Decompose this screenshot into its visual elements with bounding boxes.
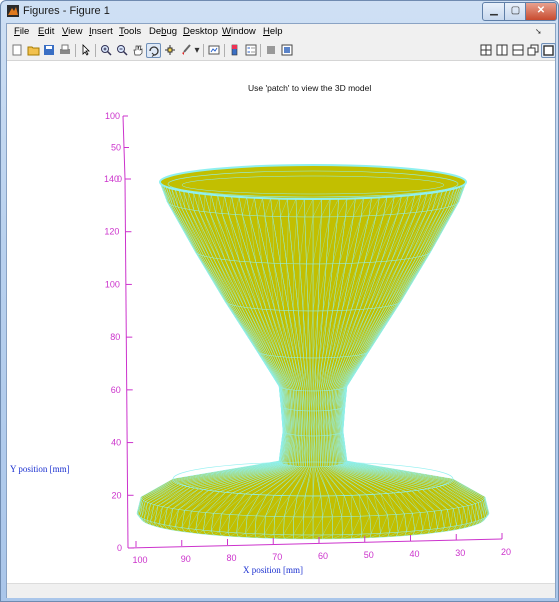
menu-debug[interactable]: Debug — [149, 26, 177, 37]
menu-help-mnemonic: H — [263, 26, 270, 37]
y-tick-label: 80 — [110, 332, 120, 342]
x-tick-label: 80 — [226, 553, 236, 563]
axes-3d[interactable]: 020406080100120140050100100 90 80 70 60 50 40 3… — [7, 61, 555, 594]
save-icon[interactable] — [42, 43, 56, 57]
bowl-opening — [167, 170, 459, 198]
menu-view-rest: iew — [68, 26, 83, 37]
float-icon[interactable] — [526, 43, 540, 57]
menu-desktop-rest: esktop — [189, 26, 218, 37]
menu-edit[interactable]: Edit — [38, 26, 54, 37]
z-tick-label: 50 — [111, 143, 121, 153]
print-icon[interactable] — [58, 43, 72, 57]
left-right-icon[interactable] — [495, 43, 509, 57]
menu-window-rest: indow — [230, 26, 256, 37]
menu-desktop[interactable]: Desktop — [183, 26, 218, 37]
menu-help[interactable]: Help — [263, 26, 283, 37]
figure-toolbar: ▾ — [7, 41, 556, 61]
legend-icon[interactable] — [244, 43, 258, 57]
zoom-in-icon[interactable] — [99, 43, 113, 57]
window-title: Figures - Figure 1 — [23, 5, 110, 17]
top-bottom-icon[interactable] — [511, 43, 525, 57]
x-tick-label: 20 — [501, 547, 511, 557]
menu-desktop-mnemonic: D — [183, 26, 190, 37]
minimize-button[interactable]: ▁ — [482, 2, 506, 21]
hide-plot-tools-icon[interactable] — [264, 43, 278, 57]
z-tick-label: 0 — [117, 174, 122, 184]
z-tick-label: 100 — [105, 111, 120, 121]
link-plot-icon[interactable] — [207, 43, 221, 57]
y-tick-label: 100 — [105, 279, 120, 289]
show-plot-tools-icon[interactable] — [280, 43, 294, 57]
x-tick-label: 70 — [272, 552, 282, 562]
menu-tools[interactable]: Tools — [119, 26, 141, 37]
y-tick-label: 60 — [111, 385, 121, 395]
menu-insert[interactable]: Insert — [89, 26, 113, 37]
new-figure-icon[interactable] — [10, 43, 24, 57]
figure-canvas[interactable]: Use 'patch' to view the 3D model 0 20 40 60… — [7, 61, 555, 594]
undock-arrow-icon[interactable]: ➘ — [535, 27, 542, 36]
open-file-icon[interactable] — [26, 43, 40, 57]
menu-bar: File Edit View Insert Tools Debug Deskto… — [7, 24, 555, 41]
goblet-patch-model — [136, 164, 490, 540]
x-tick-label: 60 — [318, 551, 328, 561]
x-axis-label: X position [mm] — [243, 565, 303, 575]
menu-insert-rest: nsert — [91, 26, 113, 37]
rotate-3d-icon[interactable] — [146, 43, 161, 58]
menu-window-mnemonic: W — [222, 26, 231, 37]
pointer-icon[interactable] — [79, 43, 93, 57]
mesh-face — [295, 198, 306, 218]
menu-debug-pre: De — [149, 26, 162, 37]
x-tick-label: 30 — [455, 548, 465, 558]
figure-window: Figures - Figure 1 ▁ ▢ ✕ File Edit View … — [0, 0, 559, 602]
client-area: File Edit View Insert Tools Debug Deskto… — [6, 23, 556, 598]
y-tick-label: 20 — [112, 490, 122, 500]
maximize-icon[interactable] — [541, 43, 556, 58]
menu-view[interactable]: View — [62, 26, 82, 37]
toolbar-separator — [203, 44, 204, 57]
menu-edit-rest: dit — [44, 26, 55, 37]
menu-debug-rest: ug — [166, 26, 178, 37]
y-axis-label: Y position [mm] — [10, 464, 70, 474]
x-tick-label: 50 — [364, 550, 374, 560]
x-tick-label: 100 — [132, 555, 147, 565]
zoom-out-icon[interactable] — [115, 43, 129, 57]
maximize-button[interactable]: ▢ — [504, 2, 527, 21]
brush-dropdown-arrow-icon[interactable]: ▾ — [190, 43, 204, 57]
close-button[interactable]: ✕ — [525, 2, 557, 21]
menu-help-rest: elp — [269, 26, 283, 37]
toolbar-separator — [260, 44, 261, 57]
pan-icon[interactable] — [131, 43, 145, 57]
toolbar-separator — [95, 44, 96, 57]
menu-window[interactable]: Window — [222, 26, 256, 37]
tile-icon[interactable] — [479, 43, 493, 57]
toolbar-separator — [224, 44, 225, 57]
matlab-logo-icon — [7, 5, 19, 17]
y-tick-label: 0 — [117, 543, 122, 553]
toolbar-separator — [75, 44, 76, 57]
menu-file-rest: ile — [19, 26, 30, 37]
x-tick-label: 40 — [409, 549, 419, 559]
data-cursor-icon[interactable] — [163, 43, 177, 57]
x-axis-line — [127, 538, 503, 549]
y-axis-line — [124, 178, 129, 549]
menu-tools-rest: ools — [123, 26, 142, 37]
menu-file[interactable]: File — [14, 26, 29, 37]
title-bar[interactable]: Figures - Figure 1 ▁ ▢ ✕ — [1, 1, 558, 22]
colorbar-icon[interactable] — [228, 43, 242, 57]
status-bar — [7, 583, 555, 598]
x-tick-label: 90 — [181, 554, 191, 564]
y-tick-label: 40 — [111, 438, 121, 448]
y-tick-label: 120 — [104, 227, 119, 237]
mesh-face — [312, 495, 323, 518]
